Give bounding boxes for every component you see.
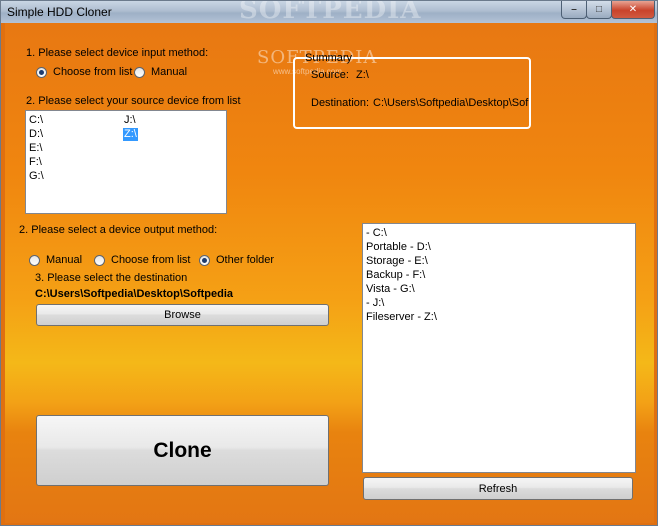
list-item[interactable]: - J:\ [366, 297, 384, 309]
destination-path: C:\Users\Softpedia\Desktop\Softpedia [35, 288, 234, 300]
list-item-selected[interactable]: Z:\ [123, 128, 138, 141]
radio-label: Other folder [216, 254, 275, 266]
radio-checked-icon [199, 254, 210, 266]
window-title: Simple HDD Cloner [7, 5, 112, 19]
summary-title: Summary [305, 52, 353, 64]
radio-output-choose-from-list[interactable]: Choose from list [94, 254, 190, 266]
close-icon: ✕ [628, 4, 638, 15]
summary-source-label: Source: [311, 69, 349, 81]
output-method-heading: 2. Please select a device output method: [19, 224, 218, 236]
refresh-button[interactable]: Refresh [363, 477, 633, 500]
summary-groupbox: Summary Source: Z:\ Destination: C:\User… [293, 52, 531, 129]
minimize-icon: – [571, 4, 577, 15]
destination-heading: 3. Please select the destination [35, 272, 188, 284]
source-device-heading: 2. Please select your source device from… [26, 95, 241, 107]
list-item[interactable]: Portable - D:\ [366, 241, 431, 253]
radio-unchecked-icon [134, 66, 145, 78]
radio-label: Choose from list [111, 254, 191, 266]
source-device-list[interactable]: C:\ D:\ E:\ F:\ G:\ J:\ Z:\ [25, 110, 227, 214]
browse-button[interactable]: Browse [36, 304, 329, 326]
list-item[interactable]: F:\ [29, 156, 42, 169]
device-list[interactable]: - C:\ Portable - D:\ Storage - E:\ Backu… [362, 223, 636, 473]
radio-unchecked-icon [94, 254, 105, 266]
title-bar[interactable]: Simple HDD Cloner SOFTPEDIA – □ ✕ [1, 0, 657, 25]
radio-label: Choose from list [53, 66, 133, 78]
list-item[interactable]: Vista - G:\ [366, 283, 415, 295]
minimize-button[interactable]: – [561, 1, 587, 19]
title-watermark: SOFTPEDIA [239, 0, 422, 25]
summary-destination-label: Destination: [311, 97, 370, 109]
radio-label: Manual [151, 66, 188, 78]
radio-input-choose-from-list[interactable]: Choose from list [36, 66, 132, 78]
clone-button[interactable]: Clone [36, 415, 329, 486]
list-item[interactable]: D:\ [29, 128, 43, 141]
summary-source-value: Z:\ [356, 69, 369, 81]
list-item[interactable]: E:\ [29, 142, 42, 155]
radio-unchecked-icon [29, 254, 40, 266]
list-item[interactable]: G:\ [29, 170, 44, 183]
summary-destination-value: C:\Users\Softpedia\Desktop\Sof [373, 97, 529, 109]
input-method-heading: 1. Please select device input method: [26, 47, 209, 59]
maximize-icon: □ [595, 4, 603, 15]
list-item[interactable]: Fileserver - Z:\ [366, 311, 437, 323]
radio-checked-icon [36, 66, 47, 78]
list-item[interactable]: - C:\ [366, 227, 387, 239]
radio-input-manual[interactable]: Manual [134, 66, 187, 78]
app-window: Simple HDD Cloner SOFTPEDIA – □ ✕ SOFTPE… [0, 0, 658, 526]
close-button[interactable]: ✕ [611, 1, 655, 19]
radio-label: Manual [46, 254, 83, 266]
radio-output-other-folder[interactable]: Other folder [199, 254, 274, 266]
client-area: SOFTPEDIA www.softpedia.com 1. Please se… [5, 23, 654, 523]
list-item[interactable]: C:\ [29, 114, 43, 127]
list-item[interactable]: Storage - E:\ [366, 255, 428, 267]
radio-output-manual[interactable]: Manual [29, 254, 82, 266]
list-item[interactable]: J:\ [124, 114, 136, 127]
maximize-button[interactable]: □ [586, 1, 612, 19]
list-item[interactable]: Backup - F:\ [366, 269, 425, 281]
